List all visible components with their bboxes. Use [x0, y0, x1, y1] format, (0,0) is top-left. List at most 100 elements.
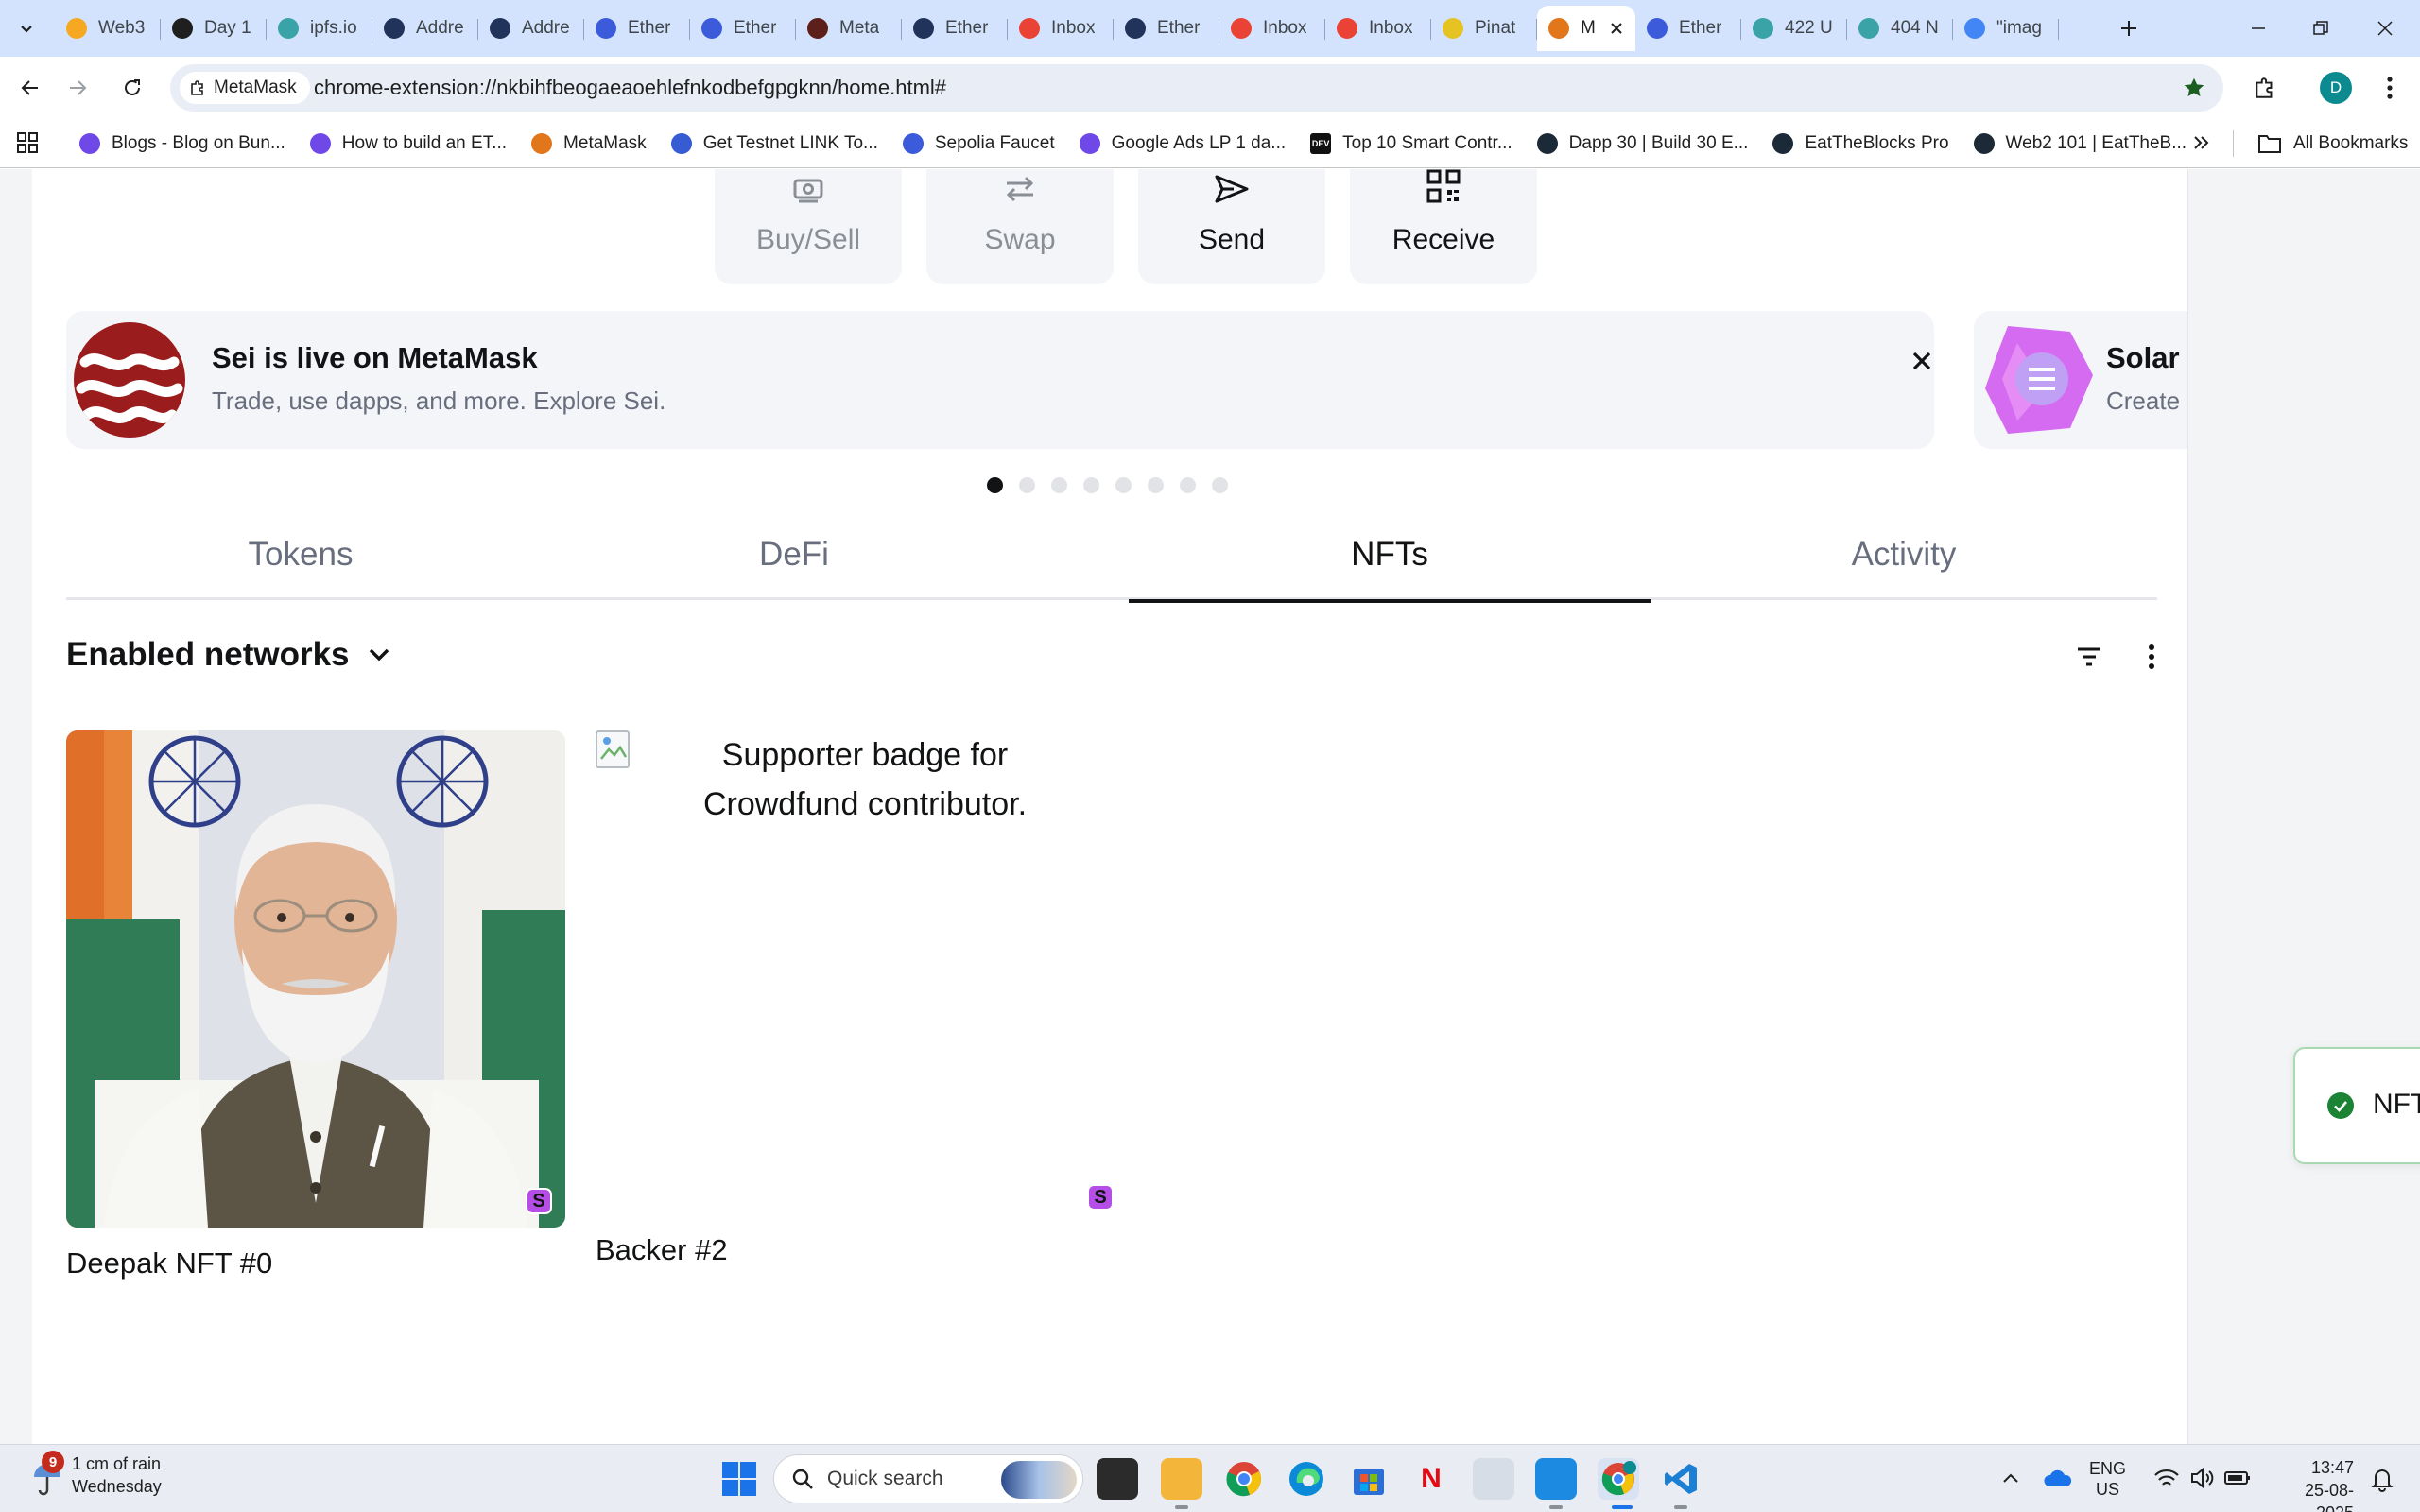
bookmark-item[interactable]: Blogs - Blog on Bun... [70, 127, 295, 161]
netflix-icon[interactable]: N [1410, 1458, 1452, 1500]
new-tab-button[interactable] [2114, 13, 2144, 43]
carousel-dot[interactable] [1148, 477, 1164, 493]
bookmark-star-icon[interactable] [2182, 76, 2206, 100]
browser-tab[interactable]: Day 1 [161, 6, 267, 51]
browser-tab[interactable]: Ether [690, 6, 796, 51]
ms-store-icon[interactable] [1348, 1458, 1390, 1500]
browser-tab[interactable]: ipfs.io [267, 6, 372, 51]
all-bookmarks-button[interactable]: All Bookmarks [2257, 119, 2408, 168]
browser-tab[interactable]: Inbox [1219, 6, 1325, 51]
bookmark-item[interactable]: Get Testnet LINK To... [662, 127, 888, 161]
extensions-button[interactable] [2246, 69, 2284, 107]
carousel-dot[interactable] [1083, 477, 1099, 493]
all-bookmarks-label: All Bookmarks [2293, 133, 2409, 153]
success-toast[interactable]: NFT [2293, 1047, 2420, 1164]
browser-tab[interactable]: Ether [1635, 6, 1741, 51]
chrome-profile-icon[interactable] [1598, 1458, 1639, 1500]
carousel-dot[interactable] [987, 477, 1003, 493]
edge-icon[interactable] [1286, 1458, 1327, 1500]
browser-tab[interactable]: "imag [1953, 6, 2059, 51]
file-explorer-icon[interactable] [1161, 1458, 1202, 1500]
browser-tab[interactable]: M [1537, 6, 1635, 51]
apps-grid-icon[interactable] [15, 130, 40, 155]
banner-close-button[interactable] [1906, 345, 1938, 377]
minimize-button[interactable] [2227, 0, 2290, 57]
wifi-icon[interactable] [2153, 1466, 2180, 1490]
send-button[interactable]: Send [1138, 169, 1325, 284]
chevron-up-icon[interactable] [2000, 1468, 2021, 1488]
reload-button[interactable] [113, 69, 151, 107]
bookmark-item[interactable]: Web2 101 | EatTheB... [1964, 127, 2197, 161]
address-bar[interactable]: MetaMask chrome-extension://nkbihfbeogae… [170, 64, 2223, 112]
browser-tab[interactable]: Ether [584, 6, 690, 51]
gmail-icon [1337, 18, 1357, 39]
carousel-dot[interactable] [1115, 477, 1132, 493]
nft-options-button[interactable] [2133, 638, 2170, 676]
close-window-button[interactable] [2354, 0, 2416, 57]
browser-tab[interactable]: Addre [372, 6, 478, 51]
carousel-card-sei[interactable]: Sei is live on MetaMask Trade, use dapps… [66, 311, 1934, 449]
double-chevron-right-icon[interactable] [2189, 130, 2214, 155]
browser-tab[interactable]: 422 U [1741, 6, 1847, 51]
nft-card-image[interactable]: S [66, 730, 565, 1228]
browser-tab[interactable]: 404 N [1847, 6, 1953, 51]
nft-card-image[interactable]: Supporter badge for Crowdfund contributo… [596, 730, 1114, 1211]
carousel-dot[interactable] [1180, 477, 1196, 493]
bookmark-item[interactable]: DEV Top 10 Smart Contr... [1301, 127, 1522, 161]
network-filter-button[interactable]: Enabled networks [66, 636, 393, 674]
windows-start-icon[interactable] [720, 1460, 758, 1498]
task-view-icon[interactable] [1097, 1458, 1138, 1500]
buy-sell-button[interactable]: Buy/Sell [715, 169, 902, 284]
bookmark-item[interactable]: MetaMask [522, 127, 656, 161]
prime-video-icon[interactable] [1535, 1458, 1577, 1500]
tab-activity[interactable]: Activity [1651, 528, 2157, 600]
notification-bell-icon[interactable] [2369, 1466, 2395, 1492]
bookmark-item[interactable]: Sepolia Faucet [893, 127, 1064, 161]
vscode-icon[interactable] [1660, 1458, 1702, 1500]
browser-tab[interactable]: Addre [478, 6, 584, 51]
swap-button[interactable]: Swap [926, 169, 1114, 284]
bookmark-item[interactable]: Google Ads LP 1 da... [1070, 127, 1296, 161]
nft-name[interactable]: Deepak NFT #0 [66, 1246, 272, 1280]
carousel-dot[interactable] [1212, 477, 1228, 493]
system-clock[interactable]: 13:47 25-08-2025 [2267, 1456, 2354, 1512]
bookmark-item[interactable]: How to build an ET... [301, 127, 516, 161]
nft-name[interactable]: Backer #2 [596, 1233, 728, 1267]
volume-icon[interactable] [2189, 1466, 2216, 1490]
tab-tokens[interactable]: Tokens [66, 528, 535, 600]
receive-button[interactable]: Receive [1350, 169, 1537, 284]
photos-icon[interactable] [1473, 1458, 1514, 1500]
profile-avatar[interactable]: D [2320, 72, 2352, 104]
onedrive-cloud-icon[interactable] [2044, 1466, 2072, 1490]
tab-search-button[interactable] [11, 13, 42, 43]
browser-tab[interactable]: Meta [796, 6, 902, 51]
tab-nfts[interactable]: NFTs [1129, 528, 1651, 603]
restore-button[interactable] [2290, 0, 2352, 57]
tab-title: Ether [628, 18, 671, 38]
carousel-card-solana[interactable]: Solar Create [1974, 311, 2187, 449]
browser-tab[interactable]: Pinat [1431, 6, 1537, 51]
forward-button[interactable] [59, 69, 96, 107]
site-info-chip[interactable]: MetaMask [180, 72, 310, 104]
tab-defi[interactable]: DeFi [535, 528, 1053, 600]
back-button[interactable] [11, 69, 49, 107]
browser-tab[interactable]: Ether [1114, 6, 1219, 51]
url-text[interactable]: chrome-extension://nkbihfbeogaeaoehlefnk… [314, 76, 946, 100]
chrome-menu-button[interactable] [2371, 69, 2409, 107]
weather-widget[interactable]: 9 1 cm of rain Wednesday [28, 1451, 162, 1498]
browser-tab[interactable]: Web3 [55, 6, 161, 51]
bookmark-item[interactable]: Dapp 30 | Build 30 E... [1528, 127, 1758, 161]
browser-tab[interactable]: Ether [902, 6, 1008, 51]
carousel-dot[interactable] [1019, 477, 1035, 493]
browser-tab[interactable]: Inbox [1008, 6, 1114, 51]
sort-filter-button[interactable] [2070, 638, 2108, 676]
chrome-icon[interactable] [1223, 1458, 1265, 1500]
browser-tab[interactable]: Inbox [1325, 6, 1431, 51]
battery-icon[interactable] [2223, 1468, 2252, 1488]
close-tab-icon[interactable] [1605, 17, 1628, 40]
qr-code-icon [1425, 169, 1462, 213]
taskbar-search[interactable]: Quick search [773, 1454, 1083, 1503]
bookmark-item[interactable]: EatTheBlocks Pro [1763, 127, 1958, 161]
language-indicator[interactable]: ENG US [2089, 1458, 2126, 1500]
carousel-dot[interactable] [1051, 477, 1067, 493]
